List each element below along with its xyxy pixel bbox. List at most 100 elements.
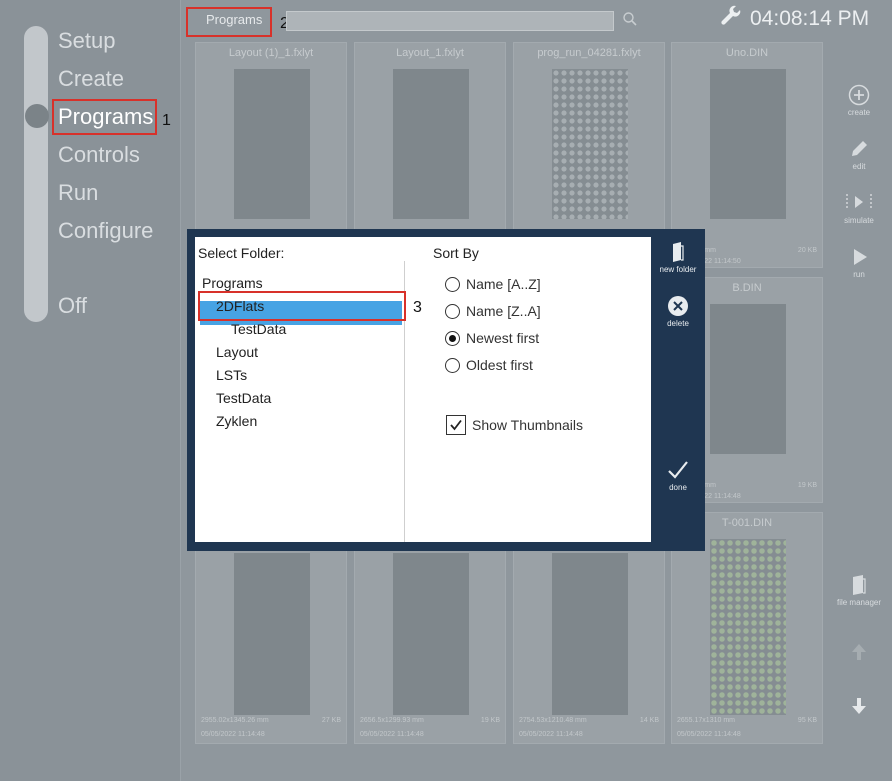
card-size: 14 KB: [639, 717, 659, 724]
nav-slider-track[interactable]: [24, 26, 48, 322]
radio-button-selected[interactable]: [445, 330, 460, 346]
card-date: 05/05/2022 11:14:48: [519, 731, 583, 738]
card-dimensions: 2955.02x1345.26 mm: [201, 717, 269, 724]
card-meta: 2656.5x1299.93 mm 19 KB: [360, 717, 500, 724]
card-size: 19 KB: [797, 482, 817, 489]
show-thumbnails-label: Show Thumbnails: [472, 417, 584, 433]
sort-option-newest[interactable]: Newest first: [445, 328, 539, 348]
delete-label: delete: [667, 319, 689, 328]
tree-item-lsts[interactable]: LSTs: [216, 367, 247, 383]
card-thumbnail: [393, 553, 469, 715]
tree-item-layout[interactable]: Layout: [216, 344, 258, 360]
app-window: Setup Create Programs Controls Run Confi…: [0, 0, 892, 781]
nav-slider-knob[interactable]: [25, 104, 49, 128]
card-thumbnail: [710, 304, 786, 454]
run-button[interactable]: run: [836, 246, 882, 279]
scroll-up-button[interactable]: [836, 642, 882, 664]
delete-button[interactable]: delete: [651, 295, 705, 328]
edit-button[interactable]: edit: [836, 138, 882, 171]
card-size: 95 KB: [797, 717, 817, 724]
scroll-down-button[interactable]: [836, 696, 882, 718]
nav-item-run[interactable]: Run: [58, 180, 98, 206]
plus-circle-icon: [848, 84, 870, 106]
card-meta: 2655.17x1310 mm 95 KB: [677, 717, 817, 724]
nav-item-controls[interactable]: Controls: [58, 142, 140, 168]
file-manager-label: file manager: [836, 598, 882, 607]
card-title: Layout_1.fxlyt: [396, 47, 464, 59]
new-folder-label: new folder: [659, 265, 697, 274]
show-thumbnails-toggle[interactable]: Show Thumbnails: [446, 415, 583, 435]
delete-x-icon: [668, 296, 688, 316]
callout-1: 1: [162, 112, 171, 129]
highlight-box-2dflats: [198, 291, 406, 321]
sort-option-name-asc[interactable]: Name [A..Z]: [445, 274, 541, 294]
card-thumbnail: [552, 69, 628, 219]
sort-option-oldest[interactable]: Oldest first: [445, 355, 533, 375]
card-size: 19 KB: [480, 717, 500, 724]
clock-time: 04:08:14 PM: [750, 7, 870, 30]
card-title: prog_run_04281.fxlyt: [537, 47, 641, 59]
arrow-up-icon: [852, 644, 866, 660]
card-thumbnail: [234, 69, 310, 219]
simulate-label: simulate: [844, 216, 874, 225]
card-meta: 2955.02x1345.26 mm 27 KB: [201, 717, 341, 724]
card-date: 05/05/2022 11:14:48: [677, 731, 741, 738]
card-size: 20 KB: [797, 247, 817, 254]
card-date: 05/05/2022 11:14:48: [201, 731, 265, 738]
card-dimensions: 2655.17x1310 mm: [677, 717, 735, 724]
tree-item-testdata[interactable]: TestData: [216, 390, 271, 406]
sort-option-name-desc[interactable]: Name [Z..A]: [445, 301, 541, 321]
tree-item-programs[interactable]: Programs: [202, 275, 263, 291]
create-label: create: [847, 108, 871, 117]
nav-item-configure[interactable]: Configure: [58, 218, 153, 244]
tree-item-zyklen[interactable]: Zyklen: [216, 413, 257, 429]
sort-option-label: Name [A..Z]: [466, 276, 541, 292]
dialog-panel: Select Folder: Sort By Programs 2DFlats …: [195, 237, 651, 542]
sort-by-label: Sort By: [433, 245, 479, 261]
checkmark-icon: [668, 461, 688, 479]
pencil-icon: [852, 141, 867, 156]
sort-option-label: Name [Z..A]: [466, 303, 541, 319]
radio-button[interactable]: [445, 357, 460, 373]
highlight-box-programs: [52, 99, 157, 135]
card-dimensions: 2656.5x1299.93 mm: [360, 717, 424, 724]
create-button[interactable]: create: [836, 84, 882, 117]
radio-button[interactable]: [445, 303, 460, 319]
card-thumbnail: [552, 553, 628, 715]
card-size: 27 KB: [321, 717, 341, 724]
card-thumbnail: [710, 69, 786, 219]
radio-button[interactable]: [445, 276, 460, 292]
simulate-icon: [846, 194, 872, 210]
card-thumbnail: [393, 69, 469, 219]
checkmark-icon: [450, 419, 462, 431]
wrench-icon[interactable]: [720, 5, 744, 34]
done-button[interactable]: done: [651, 459, 705, 492]
card-meta: 2754.53x1210.48 mm 14 KB: [519, 717, 659, 724]
folder-icon: [673, 242, 684, 262]
simulate-button[interactable]: simulate: [836, 190, 882, 225]
card-title: Uno.DIN: [725, 47, 769, 59]
card-date: 05/05/2022 11:14:48: [360, 731, 424, 738]
search-input[interactable]: [286, 11, 614, 31]
show-thumbnails-checkbox[interactable]: [446, 415, 466, 435]
nav-item-setup[interactable]: Setup: [58, 28, 116, 54]
clock-area: 04:08:14 PM: [720, 5, 870, 34]
file-manager-button[interactable]: file manager: [836, 574, 882, 607]
run-label: run: [853, 270, 865, 279]
card-dimensions: 2754.53x1210.48 mm: [519, 717, 587, 724]
folder-dialog: Select Folder: Sort By Programs 2DFlats …: [187, 229, 705, 551]
card-thumbnail: [234, 553, 310, 715]
nav-item-off[interactable]: Off: [58, 293, 87, 319]
tree-item-testdata-sub[interactable]: TestData: [231, 321, 286, 337]
search-icon[interactable]: [622, 11, 638, 27]
edit-label: edit: [852, 162, 866, 171]
select-folder-label: Select Folder:: [198, 245, 285, 261]
sort-option-label: Newest first: [466, 330, 540, 346]
folder-icon: [853, 575, 866, 595]
nav-item-create[interactable]: Create: [58, 66, 124, 92]
done-label: done: [669, 483, 687, 492]
new-folder-button[interactable]: new folder: [651, 241, 705, 274]
callout-3: 3: [413, 299, 422, 316]
play-icon: [854, 249, 867, 265]
sort-option-label: Oldest first: [466, 357, 533, 373]
